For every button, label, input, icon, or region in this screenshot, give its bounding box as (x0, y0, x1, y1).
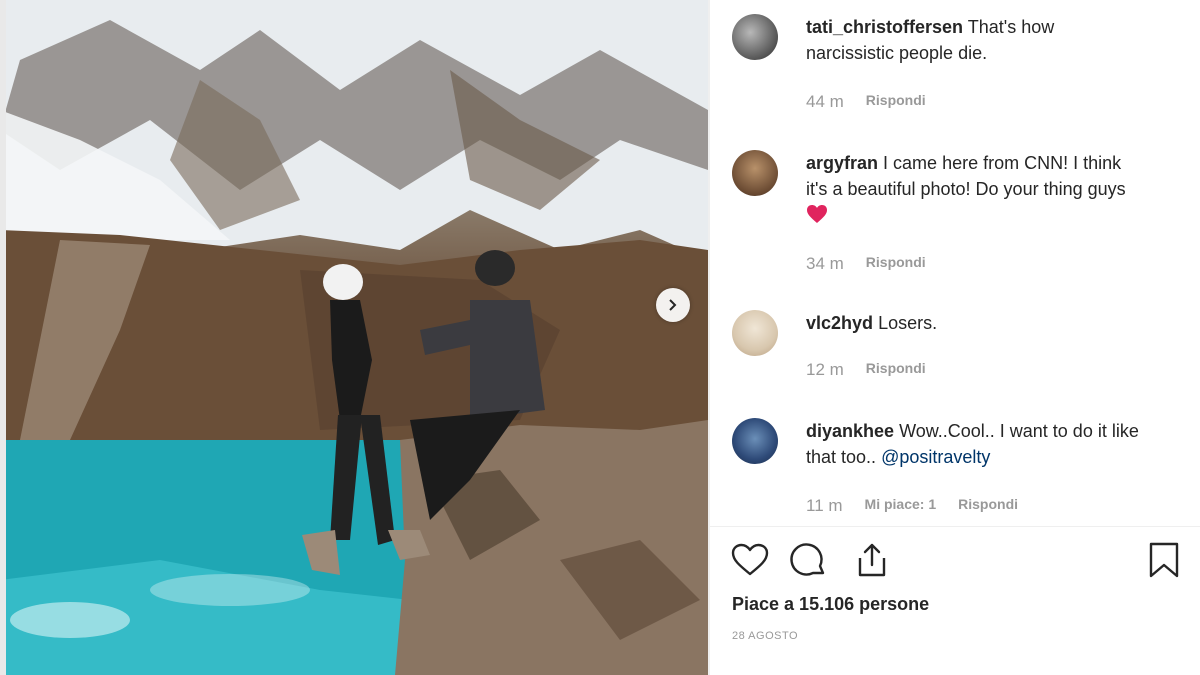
post-photo[interactable] (0, 0, 708, 675)
comment-username[interactable]: vlc2hyd (806, 313, 873, 333)
comment-text-block: tati_christoffersen That's how narcissis… (806, 14, 1146, 66)
comment-item: diyankhee Wow..Cool.. I want to do it li… (730, 418, 1140, 524)
comment-item: tati_christoffersen That's how narcissis… (730, 14, 1140, 124)
comment-text-block: vlc2hyd Losers. (806, 310, 1146, 336)
comment-button[interactable] (788, 540, 828, 580)
reply-button[interactable]: Rispondi (866, 360, 926, 380)
comment-likes-count[interactable]: Mi piace: 1 (865, 496, 937, 516)
share-button[interactable] (852, 540, 892, 580)
reply-button[interactable]: Rispondi (866, 254, 926, 274)
share-icon (858, 543, 886, 577)
comment-icon (790, 543, 825, 576)
avatar[interactable] (732, 310, 778, 356)
photo-left-edge (0, 0, 6, 675)
avatar[interactable] (732, 14, 778, 60)
reply-button[interactable]: Rispondi (958, 496, 1018, 516)
comment-time[interactable]: 12 m (806, 360, 844, 380)
post-date[interactable]: 28 AGOSTO (732, 630, 798, 642)
actions-divider (708, 526, 1200, 527)
heart-icon (731, 543, 769, 576)
avatar[interactable] (732, 418, 778, 464)
likes-count[interactable]: Piace a 15.106 persone (732, 594, 929, 615)
panel-divider (708, 0, 710, 675)
bookmark-icon (1149, 542, 1179, 578)
comment-meta: 11 m Mi piace: 1 Rispondi (806, 496, 1018, 516)
comment-time[interactable]: 34 m (806, 254, 844, 274)
comment-meta: 34 m Rispondi (806, 254, 926, 274)
comment-meta: 12 m Rispondi (806, 360, 926, 380)
comment-text-block: argyfran I came here from CNN! I think i… (806, 150, 1146, 228)
like-button[interactable] (730, 540, 770, 580)
comment-time[interactable]: 11 m (806, 496, 843, 516)
photo-scene (0, 0, 708, 675)
comment-text-block: diyankhee Wow..Cool.. I want to do it li… (806, 418, 1146, 470)
comment-item: vlc2hyd Losers. 12 m Rispondi (730, 310, 1140, 390)
comment-username[interactable]: diyankhee (806, 421, 894, 441)
avatar[interactable] (732, 150, 778, 196)
save-button[interactable] (1144, 540, 1184, 580)
heart-emoji-icon (807, 205, 827, 223)
reply-button[interactable]: Rispondi (866, 92, 926, 112)
next-photo-button[interactable] (656, 288, 690, 322)
comment-username[interactable]: tati_christoffersen (806, 17, 963, 37)
comment-time[interactable]: 44 m (806, 92, 844, 112)
comment-body: Losers. (878, 313, 938, 333)
comment-username[interactable]: argyfran (806, 153, 878, 173)
comment-mention-link[interactable]: @positravelty (881, 447, 990, 467)
comments-panel: tati_christoffersen That's how narcissis… (708, 0, 1200, 675)
post-actions (730, 540, 1190, 584)
comment-meta: 44 m Rispondi (806, 92, 926, 112)
comment-item: argyfran I came here from CNN! I think i… (730, 150, 1140, 290)
chevron-right-icon (669, 299, 677, 311)
